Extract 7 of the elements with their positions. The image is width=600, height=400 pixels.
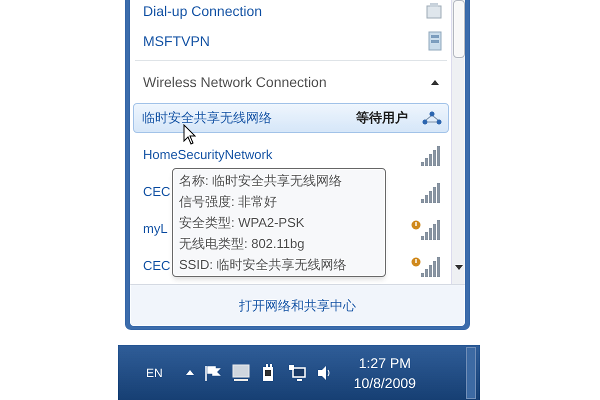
tooltip-line: 名称: 临时安全共享无线网络 — [179, 172, 344, 190]
tooltip-line: SSID: 临时安全共享无线网络 — [179, 256, 348, 274]
section-header: Wireless Network Connection — [143, 72, 328, 92]
tooltip-line: 安全类型: WPA2-PSK — [179, 214, 306, 232]
tooltip-line: 信号强度: 非常好 — [179, 193, 278, 211]
tooltip-line: 无线电类型: 802.11bg — [179, 235, 306, 253]
network-status: 等待用户 — [356, 109, 408, 128]
